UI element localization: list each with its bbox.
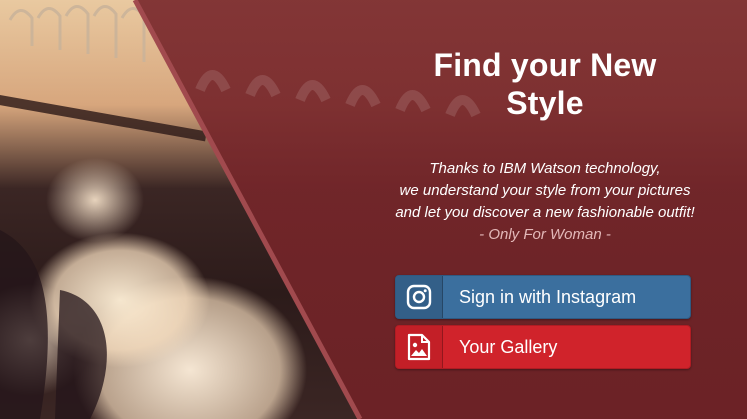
image-file-icon: [396, 326, 443, 368]
title-line-2: Style: [506, 85, 584, 121]
description: Thanks to IBM Watson technology, we unde…: [380, 158, 710, 246]
gallery-button-label: Your Gallery: [459, 336, 558, 357]
sign-in-instagram-button[interactable]: Sign in with Instagram: [395, 275, 691, 319]
description-line-3: and let you discover a new fashionable o…: [395, 204, 695, 221]
your-gallery-button[interactable]: Your Gallery: [395, 325, 691, 369]
instagram-icon: [396, 276, 443, 318]
audience-note: - Only For Woman -: [479, 226, 611, 243]
title-line-1: Find your New: [433, 47, 657, 83]
page-title: Find your New Style: [380, 46, 710, 122]
hero-content: Find your New Style Thanks to IBM Watson…: [380, 40, 710, 246]
description-line-2: we understand your style from your pictu…: [399, 182, 691, 199]
description-line-1: Thanks to IBM Watson technology,: [429, 160, 661, 177]
instagram-button-label: Sign in with Instagram: [459, 286, 637, 307]
